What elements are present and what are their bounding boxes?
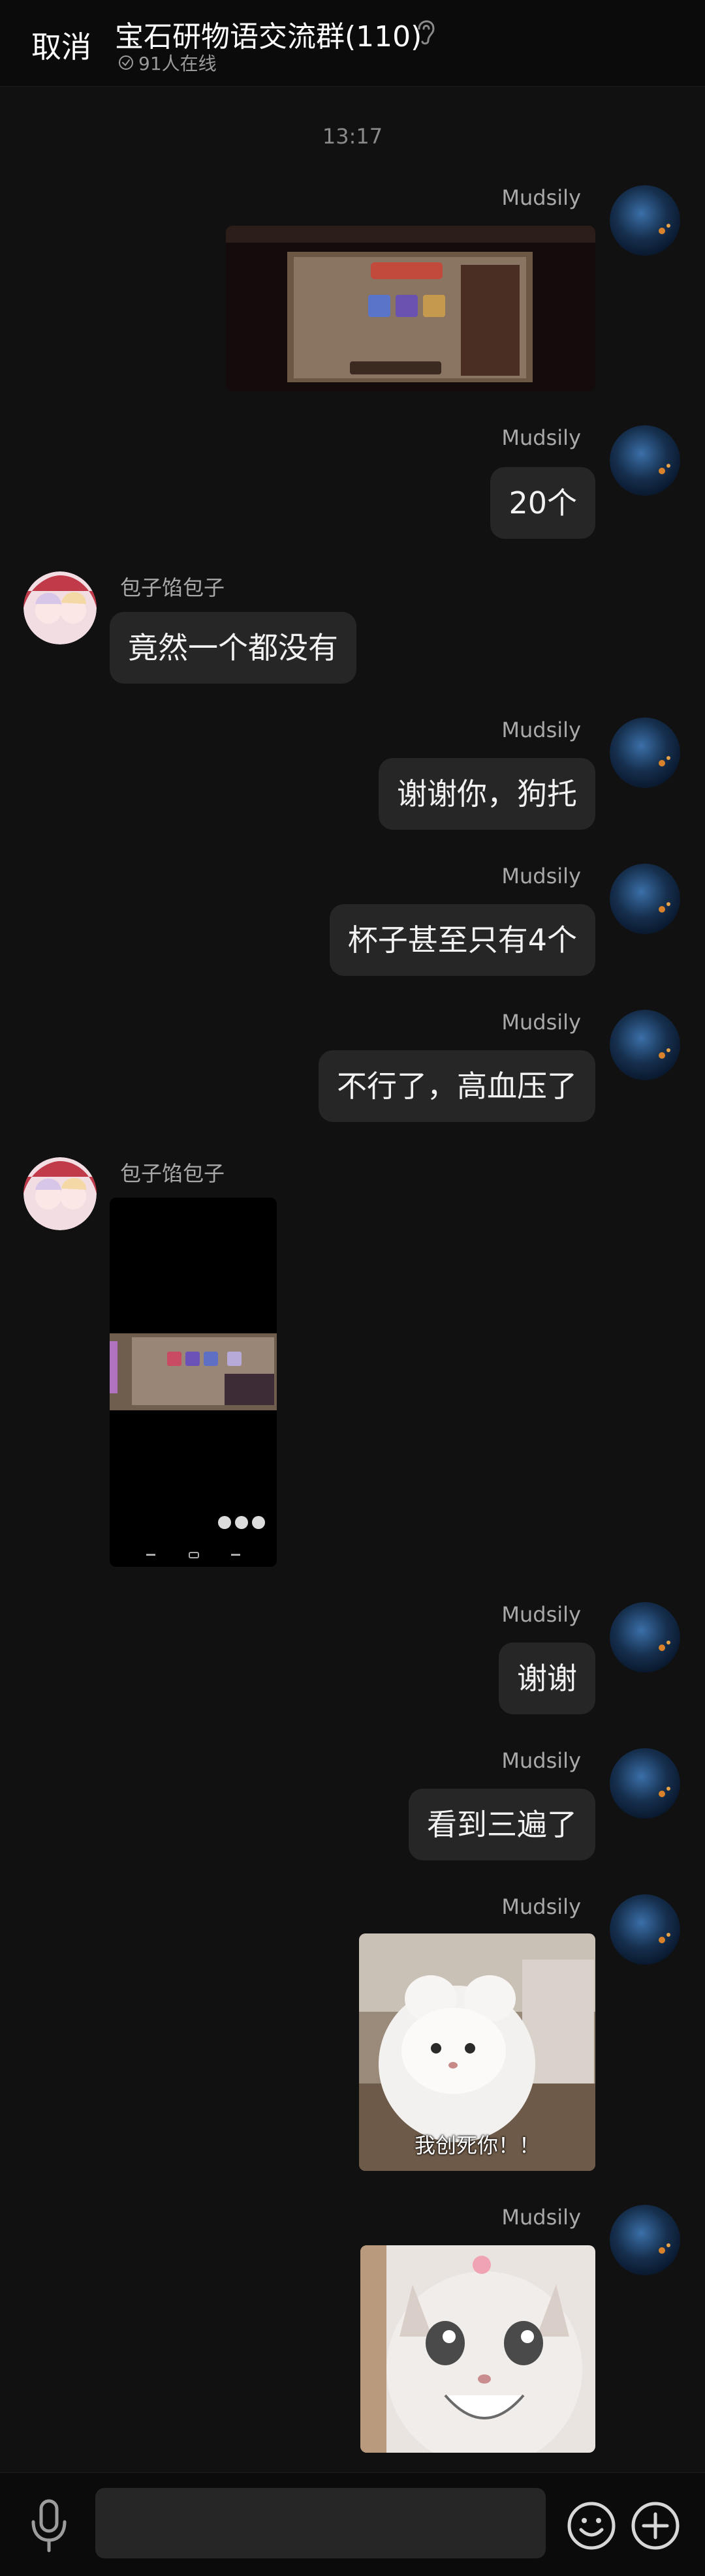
sticker-image[interactable] — [360, 2245, 595, 2453]
avatar[interactable] — [610, 718, 680, 788]
message-bubble[interactable]: 不行了，高血压了 — [319, 1050, 595, 1122]
avatar[interactable] — [610, 864, 680, 934]
message-bubble[interactable]: 杯子甚至只有4个 — [329, 904, 595, 976]
avatar[interactable] — [24, 571, 97, 644]
sender-name: Mudsily — [501, 1894, 581, 1919]
sender-name: Mudsily — [501, 425, 581, 450]
avatar[interactable] — [610, 425, 680, 496]
sticker-image[interactable]: 我创死你！！ — [359, 1933, 595, 2171]
sender-name: Mudsily — [501, 718, 581, 742]
avatar[interactable] — [610, 1010, 680, 1080]
online-icon — [119, 55, 133, 70]
avatar[interactable] — [24, 1157, 97, 1230]
sticker-caption: 我创死你！！ — [414, 2133, 540, 2158]
plus-icon[interactable] — [631, 2501, 680, 2551]
sender-name: Mudsily — [501, 1010, 581, 1035]
message-bubble[interactable]: 竟然一个都没有 — [110, 612, 356, 684]
online-text: 91人在线 — [138, 53, 217, 74]
avatar[interactable] — [610, 1748, 680, 1819]
message-bubble[interactable]: 谢谢 — [499, 1643, 595, 1714]
sender-name: Mudsily — [501, 1602, 581, 1627]
message-bubble[interactable]: 20个 — [490, 467, 595, 539]
avatar[interactable] — [610, 185, 680, 256]
message-bubble[interactable]: 谢谢你，狗托 — [379, 758, 595, 830]
message-input[interactable] — [95, 2488, 546, 2558]
sender-name: Mudsily — [501, 185, 581, 210]
sender-name: Mudsily — [501, 1748, 581, 1773]
sender-name: Mudsily — [501, 864, 581, 888]
avatar[interactable] — [610, 1894, 680, 1965]
cancel-button[interactable]: 取消 — [31, 23, 91, 67]
ear-icon[interactable] — [413, 14, 439, 47]
emoji-icon[interactable] — [567, 2501, 616, 2551]
microphone-icon[interactable] — [26, 2496, 72, 2554]
message-image[interactable] — [110, 1198, 277, 1567]
message-timestamp: 13:17 — [322, 124, 383, 149]
group-title[interactable]: 宝石研物语交流群(110) — [115, 13, 422, 55]
avatar[interactable] — [610, 1602, 680, 1673]
message-image[interactable] — [226, 226, 595, 391]
online-count: 91人在线 — [118, 50, 217, 76]
sender-name: 包子馅包子 — [120, 1161, 225, 1186]
sender-name: 包子馅包子 — [120, 575, 225, 600]
avatar[interactable] — [610, 2205, 680, 2275]
sender-name: Mudsily — [501, 2205, 581, 2230]
message-bubble[interactable]: 看到三遍了 — [409, 1789, 595, 1860]
